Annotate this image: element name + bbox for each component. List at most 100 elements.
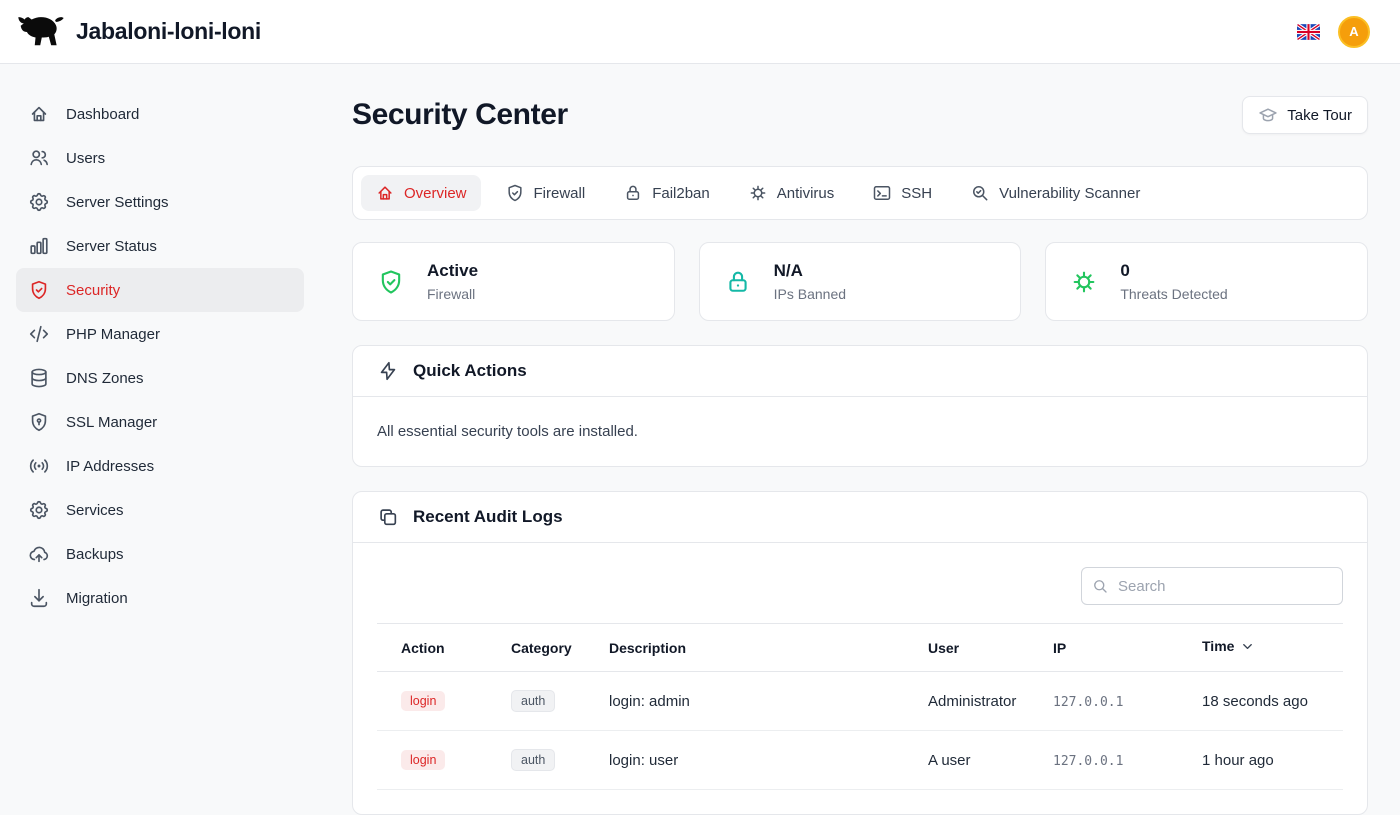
sidebar-item-label: Security bbox=[66, 282, 120, 299]
security-tabbar: Overview Firewall Fail2ban Antivirus bbox=[352, 166, 1368, 220]
clipboard-copy-icon bbox=[377, 506, 399, 528]
stat-card-ips-banned: N/A IPs Banned bbox=[699, 242, 1022, 321]
sidebar-item-security[interactable]: Security bbox=[16, 268, 304, 312]
tab-firewall[interactable]: Firewall bbox=[491, 175, 600, 211]
sidebar: Dashboard Users Server Settings Server S… bbox=[0, 64, 320, 800]
search-row bbox=[377, 567, 1343, 605]
sidebar-item-services[interactable]: Services bbox=[16, 488, 304, 532]
column-header-ip[interactable]: IP bbox=[1029, 624, 1178, 672]
sidebar-item-server-settings[interactable]: Server Settings bbox=[16, 180, 304, 224]
header-actions: A bbox=[1297, 16, 1384, 48]
column-header-time[interactable]: Time bbox=[1178, 624, 1343, 672]
table-row: login auth login: admin Administrator 12… bbox=[377, 672, 1343, 731]
tab-label: SSH bbox=[901, 185, 932, 202]
sidebar-item-label: Services bbox=[66, 502, 124, 519]
page-layout: Dashboard Users Server Settings Server S… bbox=[0, 0, 1400, 800]
audit-logs-table: Action Category Description User IP Time bbox=[377, 623, 1343, 790]
action-cell: login bbox=[377, 672, 487, 731]
category-cell: auth bbox=[487, 731, 585, 790]
sidebar-item-migration[interactable]: Migration bbox=[16, 576, 304, 620]
sidebar-item-server-status[interactable]: Server Status bbox=[16, 224, 304, 268]
home-icon bbox=[28, 103, 50, 125]
sidebar-item-label: Backups bbox=[66, 546, 124, 563]
sidebar-item-users[interactable]: Users bbox=[16, 136, 304, 180]
bolt-icon bbox=[377, 360, 399, 382]
home-icon bbox=[375, 183, 395, 203]
brand[interactable]: Jabaloni-loni-loni bbox=[16, 13, 261, 51]
action-badge: login bbox=[401, 750, 445, 770]
action-badge: login bbox=[401, 691, 445, 711]
tab-label: Overview bbox=[404, 185, 467, 202]
tab-fail2ban[interactable]: Fail2ban bbox=[609, 175, 724, 211]
stat-card-firewall: Active Firewall bbox=[352, 242, 675, 321]
description-cell: login: admin bbox=[585, 672, 904, 731]
search-input[interactable] bbox=[1081, 567, 1343, 605]
bull-logo-icon bbox=[16, 13, 66, 51]
gear-icon bbox=[28, 499, 50, 521]
tab-ssh[interactable]: SSH bbox=[858, 175, 946, 211]
column-header-user[interactable]: User bbox=[904, 624, 1029, 672]
shield-lock-icon bbox=[28, 411, 50, 433]
audit-logs-title: Recent Audit Logs bbox=[413, 507, 563, 527]
category-cell: auth bbox=[487, 672, 585, 731]
broadcast-icon bbox=[28, 455, 50, 477]
tab-label: Fail2ban bbox=[652, 185, 710, 202]
sidebar-item-ip-addresses[interactable]: IP Addresses bbox=[16, 444, 304, 488]
time-cell: 18 seconds ago bbox=[1178, 672, 1343, 731]
sidebar-item-backups[interactable]: Backups bbox=[16, 532, 304, 576]
chevron-down-icon bbox=[1240, 639, 1255, 657]
sidebar-item-label: Server Status bbox=[66, 238, 157, 255]
table-header-row: Action Category Description User IP Time bbox=[377, 624, 1343, 672]
shield-icon bbox=[505, 183, 525, 203]
scan-check-icon bbox=[970, 183, 990, 203]
sidebar-item-dns-zones[interactable]: DNS Zones bbox=[16, 356, 304, 400]
stat-value: Active bbox=[427, 261, 478, 281]
main-content: Security Center Take Tour Overview Fir bbox=[320, 64, 1400, 800]
column-header-action[interactable]: Action bbox=[377, 624, 487, 672]
sidebar-item-php-manager[interactable]: PHP Manager bbox=[16, 312, 304, 356]
table-row: login auth login: user A user 127.0.0.1 … bbox=[377, 731, 1343, 790]
sidebar-item-ssl-manager[interactable]: SSL Manager bbox=[16, 400, 304, 444]
user-cell: A user bbox=[904, 731, 1029, 790]
shield-icon bbox=[28, 279, 50, 301]
code-icon bbox=[28, 323, 50, 345]
tab-vulnerability-scanner[interactable]: Vulnerability Scanner bbox=[956, 175, 1154, 211]
sidebar-item-dashboard[interactable]: Dashboard bbox=[16, 92, 304, 136]
audit-logs-header: Recent Audit Logs bbox=[353, 492, 1367, 543]
quick-actions-title: Quick Actions bbox=[413, 361, 527, 381]
stats-row: Active Firewall N/A IPs Banned 0 bbox=[352, 242, 1368, 321]
sidebar-item-label: PHP Manager bbox=[66, 326, 160, 343]
ip-cell: 127.0.0.1 bbox=[1029, 731, 1178, 790]
cloud-upload-icon bbox=[28, 543, 50, 565]
column-header-category[interactable]: Category bbox=[487, 624, 585, 672]
column-header-description[interactable]: Description bbox=[585, 624, 904, 672]
tab-label: Firewall bbox=[534, 185, 586, 202]
stat-text: 0 Threats Detected bbox=[1120, 261, 1227, 302]
stat-label: Threats Detected bbox=[1120, 286, 1227, 302]
search-icon bbox=[1091, 577, 1109, 595]
tab-antivirus[interactable]: Antivirus bbox=[734, 175, 849, 211]
lock-icon bbox=[623, 183, 643, 203]
audit-logs-body: Action Category Description User IP Time bbox=[353, 543, 1367, 814]
take-tour-label: Take Tour bbox=[1287, 107, 1352, 124]
stat-value: 0 bbox=[1120, 261, 1227, 281]
virus-icon bbox=[748, 183, 768, 203]
sidebar-item-label: Server Settings bbox=[66, 194, 169, 211]
quick-actions-header: Quick Actions bbox=[353, 346, 1367, 397]
ip-cell: 127.0.0.1 bbox=[1029, 672, 1178, 731]
gear-icon bbox=[28, 191, 50, 213]
app-title: Jabaloni-loni-loni bbox=[76, 18, 261, 45]
take-tour-button[interactable]: Take Tour bbox=[1242, 96, 1368, 134]
uk-flag-icon bbox=[1297, 24, 1320, 40]
tab-overview[interactable]: Overview bbox=[361, 175, 481, 211]
stat-card-threats: 0 Threats Detected bbox=[1045, 242, 1368, 321]
tab-label: Vulnerability Scanner bbox=[999, 185, 1140, 202]
stat-value: N/A bbox=[774, 261, 846, 281]
quick-actions-card: Quick Actions All essential security too… bbox=[352, 345, 1368, 467]
stat-label: IPs Banned bbox=[774, 286, 846, 302]
category-badge: auth bbox=[511, 690, 555, 712]
user-avatar[interactable]: A bbox=[1338, 16, 1370, 48]
page-header: Security Center Take Tour bbox=[352, 96, 1368, 134]
stat-text: Active Firewall bbox=[427, 261, 478, 302]
language-flag-button[interactable] bbox=[1297, 24, 1320, 40]
